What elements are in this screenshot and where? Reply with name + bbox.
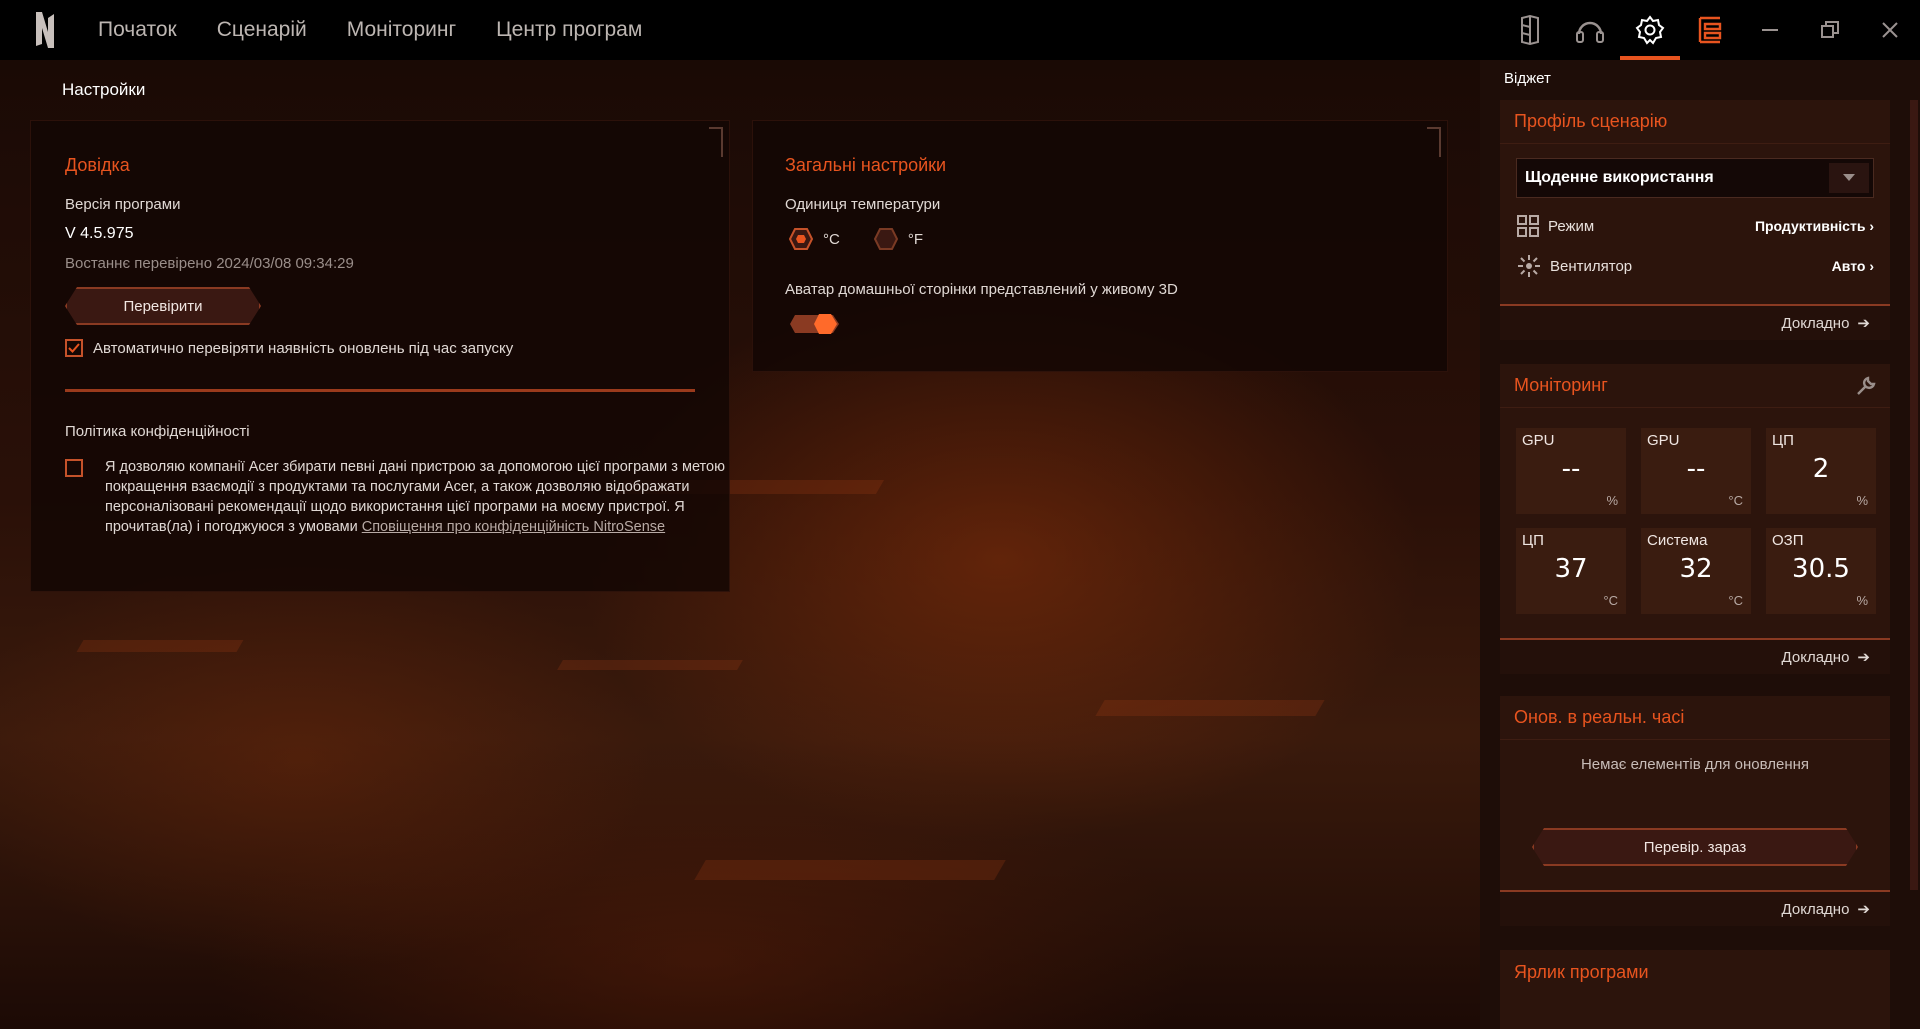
temp-unit-label: Одиниця температури [785,196,941,213]
restore-icon[interactable] [1800,0,1860,60]
updates-title: Онов. в реальн. часі [1514,707,1685,727]
avatar-toggle[interactable] [789,313,841,340]
fan-row: Вентилятор Авто › [1500,246,1890,286]
avatar-label: Аватар домашньої сторінки представлений … [785,281,1178,298]
headset-icon[interactable] [1560,0,1620,60]
top-icons [1500,0,1920,60]
fan-value[interactable]: Авто › [1832,258,1874,274]
nav-app-center[interactable]: Центр програм [496,18,642,42]
top-bar: Початок Сценарій Моніторинг Центр програ… [0,0,1920,60]
profile-title: Профіль сценарію [1514,111,1668,131]
help-title: Довідка [65,155,130,175]
check-now-button[interactable]: Перевір. зараз [1532,828,1858,866]
nitro-logo [34,10,82,50]
shortcut-title: Ярлик програми [1514,961,1649,982]
profile-card: Профіль сценарію Щоденне використання Ре… [1500,100,1890,340]
page-title: Настройки [62,80,146,99]
monitor-tiles: GPU --% GPU -- °C ЦП 2% ЦП 37 °C Система 32 °C О… [1500,408,1890,630]
auto-check-row: Автоматично перевіряти наявність оновлен… [65,339,513,357]
divider [65,389,695,392]
auto-check-checkbox[interactable] [65,339,83,357]
tile-cpu-usage: ЦП 2% [1766,428,1876,514]
privacy-checkbox[interactable] [65,459,83,477]
tile-ram-usage: ОЗП 30.5% [1766,528,1876,614]
privacy-text-block: Я дозволяю компанії Acer збирати певні д… [105,457,725,537]
arrow-right-icon: ➔ [1857,315,1870,332]
profile-selected: Щоденне використання [1525,169,1714,186]
widget-icon[interactable] [1680,0,1740,60]
mode-value[interactable]: Продуктивність › [1755,218,1874,234]
wrench-icon[interactable] [1856,375,1876,396]
updates-more[interactable]: Докладно ➔ [1500,890,1890,926]
nav-monitoring[interactable]: Моніторинг [347,18,456,42]
fan-label: Вентилятор [1550,257,1633,275]
check-update-button[interactable]: Перевірити [65,287,261,325]
mode-label: Режим [1548,217,1595,235]
mode-row: Режим Продуктивність › [1500,206,1890,246]
auto-check-label: Автоматично перевіряти наявність оновлен… [93,339,514,357]
tile-gpu-usage: GPU --% [1516,428,1626,514]
keyboard-icon[interactable] [1500,0,1560,60]
main-nav: Початок Сценарій Моніторинг Центр програ… [98,18,682,42]
help-panel: Довідка Версія програми V 4.5.975 Востан… [30,120,730,592]
arrow-right-icon: ➔ [1857,649,1870,666]
shortcut-card: Ярлик програми [1500,950,1890,1029]
updates-empty: Немає елементів для оновлення [1580,756,1810,773]
profile-more[interactable]: Докладно ➔ [1500,304,1890,340]
widget-sidebar: Віджет Профіль сценарію Щоденне використ… [1480,60,1920,1029]
nav-home[interactable]: Початок [98,18,177,42]
minimize-icon[interactable] [1740,0,1800,60]
monitoring-title: Моніторинг [1514,375,1608,395]
chevron-down-icon [1829,163,1869,193]
monitoring-card: Моніторинг GPU --% GPU -- °C ЦП 2% ЦП 37 °C Си… [1500,364,1890,674]
temp-unit-options: °C °F [789,228,923,250]
sidebar-title: Віджет [1504,70,1551,87]
fan-icon [1516,253,1542,279]
tile-gpu-temp: GPU -- °C [1641,428,1751,514]
profile-dropdown[interactable]: Щоденне використання [1516,158,1874,198]
celsius-label: °C [823,230,840,248]
tile-system-temp: Система 32 °C [1641,528,1751,614]
fahrenheit-label: °F [907,230,924,248]
close-icon[interactable] [1860,0,1920,60]
radio-celsius[interactable] [789,228,813,250]
monitoring-more[interactable]: Докладно ➔ [1500,638,1890,674]
general-title: Загальні настройки [785,155,947,175]
settings-icon[interactable] [1620,0,1680,60]
privacy-title: Політика конфіденційності [65,423,250,440]
sidebar-scrollbar[interactable] [1910,100,1918,890]
nav-scenario[interactable]: Сценарій [217,18,307,42]
tile-cpu-temp: ЦП 37 °C [1516,528,1626,614]
general-panel: Загальні настройки Одиниця температури °… [752,120,1448,372]
privacy-link[interactable]: Сповіщення про конфіденційність NitroSen… [362,519,665,535]
updates-card: Онов. в реальн. часі Немає елементів для… [1500,696,1890,926]
last-checked: Востаннє перевірено 2024/03/08 09:34:29 [65,255,354,272]
version-value: V 4.5.975 [65,225,134,242]
version-label: Версія програми [65,196,181,213]
arrow-right-icon: ➔ [1857,901,1870,918]
mode-icon [1516,214,1540,238]
radio-fahrenheit[interactable] [873,228,898,250]
